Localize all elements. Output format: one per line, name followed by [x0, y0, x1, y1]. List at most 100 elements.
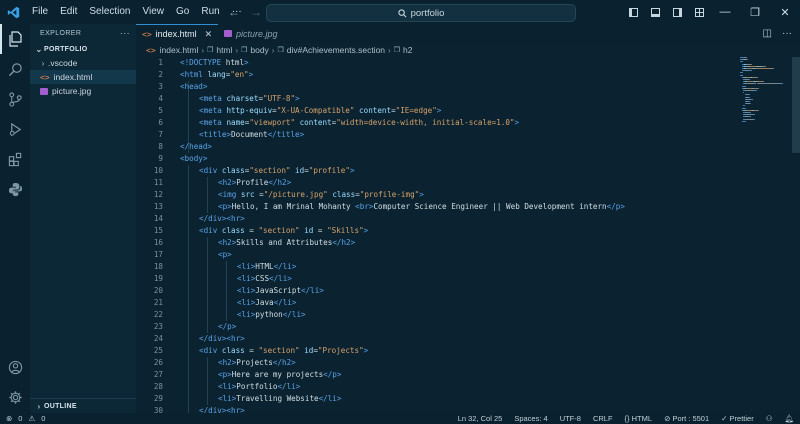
- python-icon[interactable]: [0, 174, 30, 204]
- minimap-token: [744, 114, 754, 116]
- minimap-token: [752, 118, 756, 120]
- code-text: <li>Java</li>: [237, 297, 296, 309]
- code-token: >: [436, 106, 442, 115]
- language-mode[interactable]: {} HTML: [625, 414, 653, 423]
- breadcrumb-item[interactable]: index.html: [160, 45, 199, 55]
- toggle-primary-sidebar-icon[interactable]: [622, 0, 644, 24]
- customize-layout-icon[interactable]: [688, 0, 710, 24]
- menu-file[interactable]: File: [26, 0, 54, 24]
- code-token: content: [299, 118, 332, 127]
- line-number: 12: [153, 190, 163, 199]
- vertical-scrollbar[interactable]: [792, 57, 800, 153]
- code-token: "Projects": [317, 346, 364, 355]
- line-number: 8: [158, 142, 163, 151]
- chevron-right-icon: ›: [235, 45, 239, 55]
- command-center-search[interactable]: portfolio: [266, 4, 576, 22]
- html-file-icon: <>: [146, 45, 156, 55]
- code-token: </li>: [273, 298, 297, 307]
- code-token: <li>: [237, 286, 256, 295]
- minimize-icon[interactable]: —: [710, 0, 740, 24]
- tab-index-html[interactable]: <> index.html ✕: [136, 24, 218, 43]
- tab-picture-jpg[interactable]: picture.jpg: [218, 24, 300, 43]
- code-token: Skills and Attributes: [236, 238, 333, 247]
- code-text: <p>: [218, 249, 232, 261]
- folder-label: PORTFOLIO: [44, 45, 88, 53]
- back-arrow-icon[interactable]: ←: [228, 5, 240, 19]
- end-of-line[interactable]: CRLF: [593, 414, 613, 423]
- code-token: HTML: [255, 262, 274, 271]
- code-token: >: [244, 58, 249, 67]
- breadcrumb-item[interactable]: body: [250, 45, 268, 55]
- status-right: Ln 32, Col 25 Spaces: 4 UTF-8 CRLF {} HT…: [458, 414, 794, 423]
- cursor-position[interactable]: Ln 32, Col 25: [458, 414, 503, 423]
- copilot-icon[interactable]: ⚇: [766, 414, 773, 423]
- explorer-more-icon[interactable]: ···: [120, 28, 130, 38]
- minimap-token: [753, 114, 756, 116]
- port-label: Port : 5501: [672, 414, 710, 423]
- live-server-port[interactable]: ⊘ Port : 5501: [664, 414, 709, 423]
- line-number: 2: [158, 70, 163, 79]
- encoding[interactable]: UTF-8: [560, 414, 581, 423]
- line-number: 17: [153, 250, 163, 259]
- status-bar: ⊗ 0 ⚠ 0 Ln 32, Col 25 Spaces: 4 UTF-8 CR…: [0, 413, 800, 424]
- accounts-icon[interactable]: [0, 352, 30, 382]
- code-token: Document: [231, 130, 268, 139]
- code-token: =: [244, 346, 259, 355]
- restore-icon[interactable]: ❐: [740, 0, 770, 24]
- menu-go[interactable]: Go: [170, 0, 195, 24]
- minimap[interactable]: [740, 57, 790, 137]
- breadcrumb-item[interactable]: html: [216, 45, 232, 55]
- source-control-icon[interactable]: [0, 84, 30, 114]
- breadcrumb-item[interactable]: div#Achievements.section: [287, 45, 385, 55]
- explorer-icon[interactable]: [0, 24, 30, 54]
- menu-view[interactable]: View: [137, 0, 171, 24]
- breadcrumb-item[interactable]: h2: [403, 45, 412, 55]
- folder-portfolio[interactable]: ⌄ PORTFOLIO: [30, 42, 136, 56]
- chevron-right-icon: ›: [271, 45, 275, 55]
- forward-arrow-icon[interactable]: →: [250, 5, 262, 19]
- extensions-icon[interactable]: [0, 144, 30, 174]
- code-token: <div: [199, 166, 218, 175]
- warning-count: 0: [41, 414, 46, 423]
- tree-item-picture-jpg[interactable]: picture.jpg: [30, 84, 136, 98]
- close-tab-icon[interactable]: ✕: [205, 29, 213, 40]
- code-text: <meta http-equiv="X-UA-Compatible" conte…: [199, 105, 441, 117]
- run-debug-icon[interactable]: [0, 114, 30, 144]
- code-token: class: [221, 346, 245, 355]
- minimap-token: [749, 65, 757, 67]
- code-token: </div><hr>: [199, 406, 245, 413]
- code-token: "Skills": [327, 226, 364, 235]
- tree-item-vscode[interactable]: › .vscode: [30, 56, 136, 70]
- minimap-token: [747, 96, 750, 98]
- line-number: 6: [158, 118, 163, 127]
- code-token: "X-UA-Compatible": [276, 106, 355, 115]
- menu-edit[interactable]: Edit: [54, 0, 83, 24]
- more-actions-icon[interactable]: ···: [782, 28, 792, 39]
- manage-gear-icon[interactable]: [0, 382, 30, 412]
- prettier-status[interactable]: ✓ Prettier: [721, 414, 754, 423]
- minimap-token: [757, 87, 759, 89]
- error-count: 0: [18, 414, 23, 423]
- tree-item-label: index.html: [53, 72, 93, 82]
- minimap-token: [749, 103, 752, 105]
- code-token: <li>: [218, 394, 237, 403]
- code-token: </li>: [301, 286, 324, 295]
- code-editor[interactable]: 1 <!DOCTYPE html> 2 <html lang="en"> 3 <head>…: [136, 57, 736, 413]
- menu-run[interactable]: Run: [195, 0, 225, 24]
- menu-selection[interactable]: Selection: [83, 0, 136, 24]
- indentation[interactable]: Spaces: 4: [514, 414, 547, 423]
- code-token: </p>: [323, 370, 342, 379]
- split-editor-icon[interactable]: ◫: [763, 28, 772, 39]
- line-number: 5: [158, 106, 163, 115]
- problems-indicator[interactable]: ⊗ 0 ⚠ 0: [6, 414, 45, 423]
- tree-item-index-html[interactable]: <> index.html: [30, 70, 136, 84]
- warning-icon: ⚠: [28, 414, 36, 423]
- toggle-panel-icon[interactable]: [644, 0, 666, 24]
- outline-section[interactable]: › OUTLINE: [30, 398, 136, 413]
- close-icon[interactable]: ✕: [770, 0, 800, 24]
- chevron-right-icon: ›: [201, 45, 205, 55]
- toggle-secondary-sidebar-icon[interactable]: [666, 0, 688, 24]
- search-view-icon[interactable]: [0, 54, 30, 84]
- notifications-bell-icon[interactable]: 🔔︎: [784, 414, 794, 423]
- indent-guide: [207, 357, 208, 405]
